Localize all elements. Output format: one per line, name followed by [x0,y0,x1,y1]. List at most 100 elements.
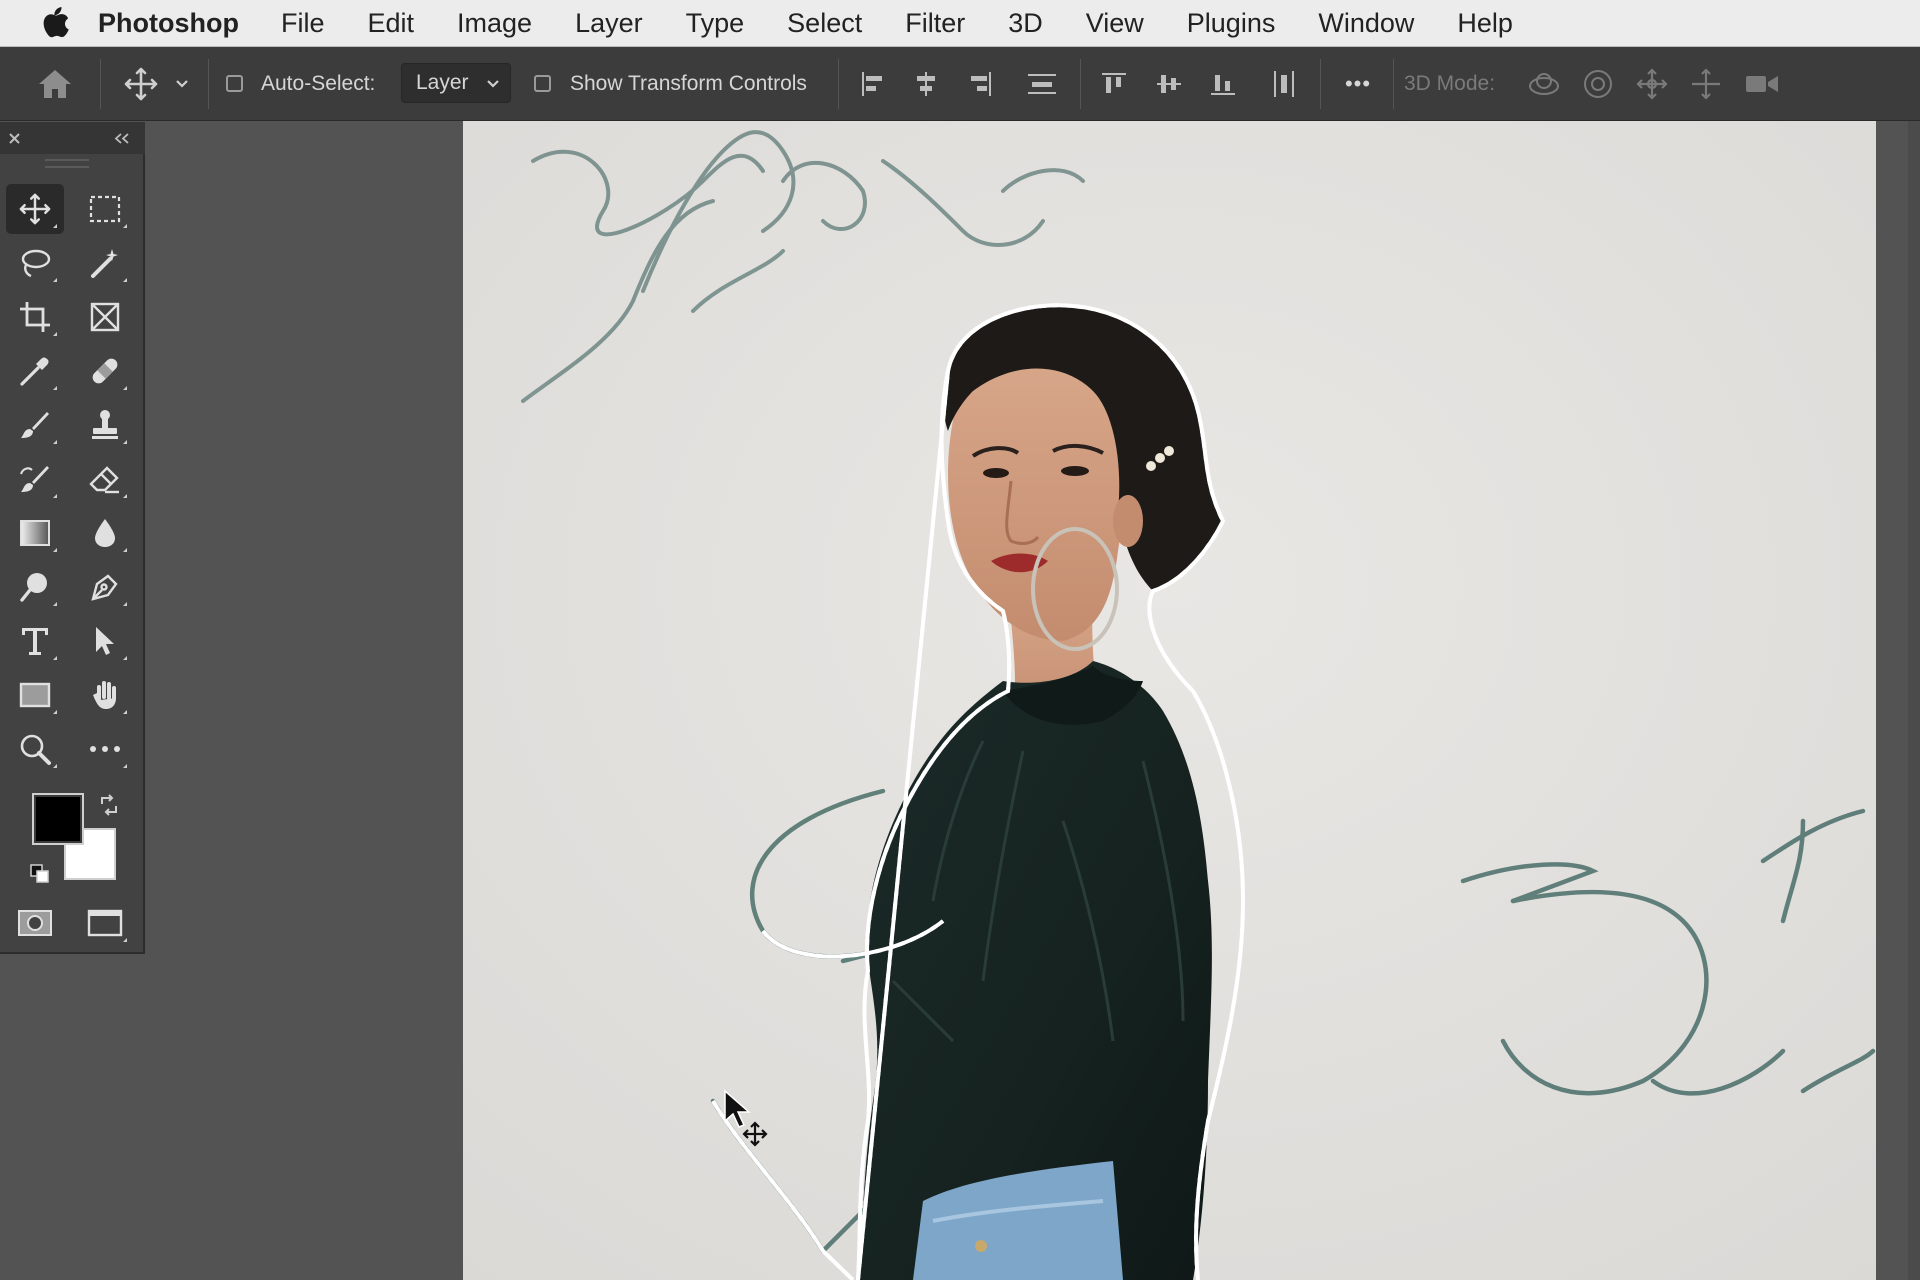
rectangular-marquee-tool[interactable] [76,184,134,234]
menu-edit[interactable]: Edit [368,8,415,39]
menu-view[interactable]: View [1086,8,1144,39]
menu-help[interactable]: Help [1457,8,1513,39]
close-panel-icon[interactable] [8,132,21,145]
show-transform-checkbox[interactable] [532,47,552,120]
menu-app-photoshop[interactable]: Photoshop [98,8,239,39]
water-drop-icon [95,519,115,547]
align-vertical-centers-icon[interactable] [1151,47,1187,120]
swap-colors-icon[interactable] [98,794,120,816]
path-selection-tool[interactable] [76,616,134,666]
3d-mode-label: 3D Mode: [1404,71,1496,95]
quick-mask-button[interactable] [6,898,64,948]
screen-mode-button[interactable] [76,898,134,948]
default-colors-icon[interactable] [30,864,50,884]
preset-chevron-down-icon[interactable] [170,47,194,120]
menu-plugins[interactable]: Plugins [1187,8,1276,39]
gradient-tool[interactable] [6,508,64,558]
collapse-panel-icon[interactable] [113,132,131,145]
history-brush-tool[interactable] [6,454,64,504]
tool-options-bar: Auto-Select: Layer Show Transform Contro… [0,47,1920,121]
3d-orbit-icon[interactable] [1524,47,1564,120]
3d-scale-camera-icon[interactable] [1740,47,1784,120]
rectangle-icon [19,682,51,708]
marquee-icon [89,195,121,223]
3d-roll-icon[interactable] [1578,47,1618,120]
menu-select[interactable]: Select [787,8,862,39]
edit-toolbar-button[interactable] [76,724,134,774]
3d-slide-icon[interactable] [1686,47,1726,120]
brush-tool[interactable] [6,400,64,450]
blur-tool[interactable] [76,508,134,558]
more-options-button[interactable]: ••• [1336,47,1380,120]
apple-logo-icon[interactable] [36,3,76,43]
hand-icon [93,681,116,709]
canvas-scroll-rail[interactable] [1908,121,1920,1280]
stamp-icon [92,410,118,439]
eyedropper-icon [20,357,49,386]
document-canvas[interactable] [463,121,1876,1280]
tools-panel-header[interactable] [0,122,145,154]
frame-tool[interactable] [76,292,134,342]
align-bottom-edges-icon[interactable] [1205,47,1241,120]
zoom-tool[interactable] [6,724,64,774]
history-brush-icon [20,466,49,492]
auto-select-target-value: Layer [416,71,469,94]
lasso-icon [21,249,51,278]
align-top-edges-icon[interactable] [1096,47,1132,120]
menu-file[interactable]: File [281,8,325,39]
auto-select-label: Auto-Select: [261,71,376,95]
type-tool[interactable] [6,616,64,666]
eyedropper-tool[interactable] [6,346,64,396]
type-icon [22,628,48,655]
foreground-color-swatch[interactable] [32,793,84,845]
align-left-edges-icon[interactable] [855,47,891,120]
tools-panel [0,122,145,954]
align-right-edges-icon[interactable] [962,47,998,120]
move-tool[interactable] [6,184,64,234]
pen-icon [91,574,118,601]
menu-layer[interactable]: Layer [575,8,643,39]
healing-brush-tool[interactable] [76,346,134,396]
move-icon [19,193,51,225]
pen-tool[interactable] [76,562,134,612]
mac-menu-bar: Photoshop File Edit Image Layer Type Sel… [0,0,1920,47]
dodge-tool[interactable] [6,562,64,612]
crop-tool[interactable] [6,292,64,342]
brush-icon [21,412,49,438]
dodge-icon [20,573,47,602]
hand-tool[interactable] [76,670,134,720]
menu-image[interactable]: Image [457,8,532,39]
panel-grip[interactable] [45,159,89,168]
menu-3d[interactable]: 3D [1008,8,1043,39]
align-horizontal-centers-icon[interactable] [908,47,944,120]
rectangle-tool[interactable] [6,670,64,720]
distribute-horizontal-icon[interactable] [1266,47,1302,120]
magic-wand-icon [91,249,118,278]
more-dots-icon [90,746,120,752]
menu-window[interactable]: Window [1318,8,1414,39]
3d-pan-icon[interactable] [1632,47,1672,120]
eraser-icon [89,466,119,494]
auto-select-target-dropdown[interactable]: Layer [401,63,511,103]
magnifier-icon [20,734,51,765]
crop-icon [20,302,50,332]
menu-filter[interactable]: Filter [905,8,965,39]
home-icon[interactable] [30,47,80,120]
arrow-cursor-icon [96,627,114,655]
bandage-icon [92,358,118,384]
distribute-vertical-icon[interactable] [1023,47,1061,120]
screen-mode-icon [87,909,123,937]
quick-mask-icon [18,910,52,936]
auto-select-checkbox[interactable] [224,47,244,120]
clone-stamp-tool[interactable] [76,400,134,450]
dropdown-chevron-icon [487,80,499,88]
frame-icon [90,302,120,332]
canvas-photo [463,121,1876,1280]
lasso-tool[interactable] [6,238,64,288]
move-tool-preset-icon[interactable] [118,47,164,120]
eraser-tool[interactable] [76,454,134,504]
magic-wand-tool[interactable] [76,238,134,288]
show-transform-label: Show Transform Controls [570,71,807,95]
menu-type[interactable]: Type [686,8,745,39]
gradient-icon [20,520,50,546]
